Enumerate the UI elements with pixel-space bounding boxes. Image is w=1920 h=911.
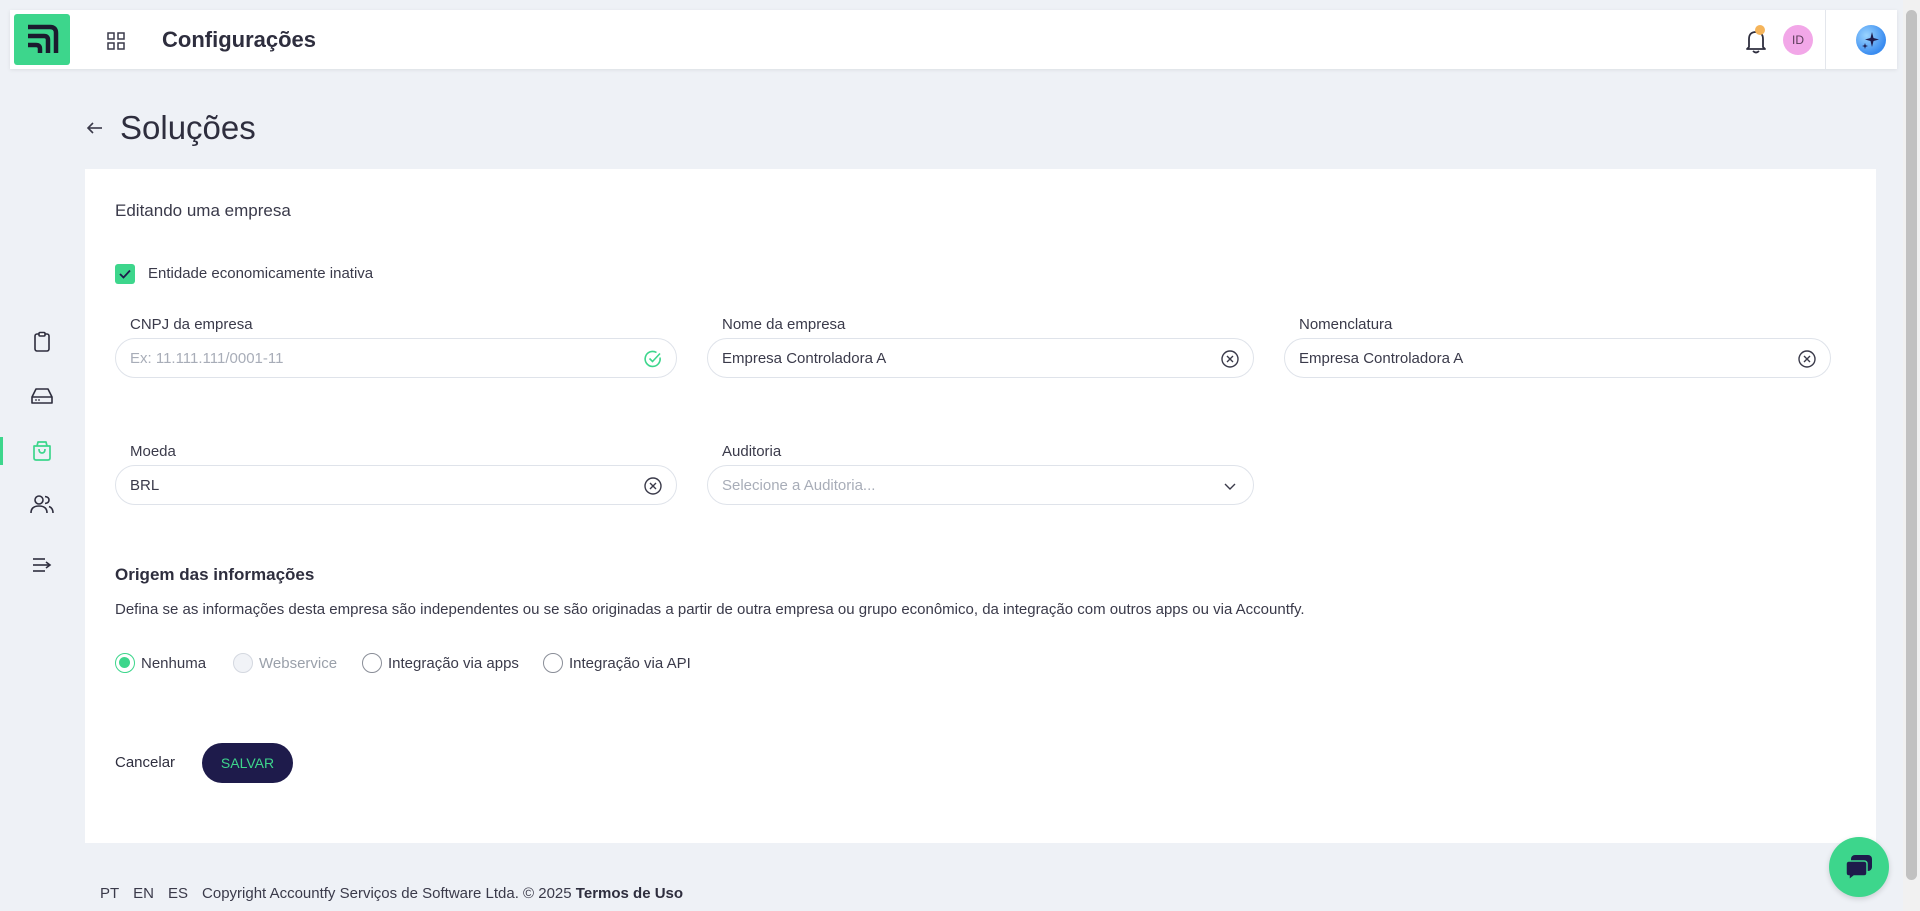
radio-api[interactable]: Integração via API xyxy=(543,653,691,673)
divider xyxy=(1825,10,1826,69)
drive-icon xyxy=(31,388,53,404)
back-arrow-icon[interactable] xyxy=(84,117,106,139)
copyright-text: Copyright Accountfy Serviços de Software… xyxy=(202,885,572,902)
clear-icon[interactable] xyxy=(1219,348,1241,370)
terms-link[interactable]: Termos de Uso xyxy=(576,885,683,902)
logo-mark-icon xyxy=(28,24,59,53)
footer: PT EN ES Copyright Accountfy Serviços de… xyxy=(100,885,683,902)
currency-select[interactable]: BRL xyxy=(115,465,677,505)
save-button[interactable]: SALVAR xyxy=(202,743,293,783)
radio-nenhuma[interactable]: Nenhuma xyxy=(115,653,206,673)
top-bar: Configurações ID xyxy=(10,10,1897,69)
users-icon xyxy=(30,495,54,514)
card-subtitle: Editando uma empresa xyxy=(115,201,291,220)
sidebar-item-drive[interactable] xyxy=(28,382,56,410)
radio-webservice[interactable]: Webservice xyxy=(233,653,337,673)
radio-label: Integração via API xyxy=(569,654,691,672)
check-icon xyxy=(119,269,131,279)
company-name-label: Nome da empresa xyxy=(722,316,846,333)
audit-placeholder: Selecione a Auditoria... xyxy=(722,476,876,494)
valid-check-icon xyxy=(642,348,664,370)
radio-button[interactable] xyxy=(362,653,382,673)
audit-select[interactable]: Selecione a Auditoria... xyxy=(707,465,1254,505)
lang-es[interactable]: ES xyxy=(168,885,188,902)
cnpj-input[interactable]: Ex: 11.111.111/0001-11 xyxy=(115,338,677,378)
nomenclature-input[interactable]: Empresa Controladora A xyxy=(1284,338,1831,378)
sidebar-item-users[interactable] xyxy=(28,490,56,518)
page-section-title: Configurações xyxy=(162,27,317,52)
ai-assistant-button[interactable] xyxy=(1856,25,1886,55)
company-name-value: Empresa Controladora A xyxy=(722,349,887,367)
company-name-input[interactable]: Empresa Controladora A xyxy=(707,338,1254,378)
collapse-menu-icon xyxy=(33,558,52,572)
radio-label: Webservice xyxy=(259,654,338,672)
sparkle-icon xyxy=(1862,32,1879,49)
clipboard-icon xyxy=(34,331,50,352)
currency-label: Moeda xyxy=(130,443,176,460)
sidebar-item-clipboard[interactable] xyxy=(28,328,56,356)
notification-badge xyxy=(1755,25,1765,35)
nomenclature-label: Nomenclatura xyxy=(1299,316,1393,333)
inactive-entity-checkbox[interactable] xyxy=(115,264,135,284)
section-title: Origem das informações xyxy=(115,565,315,584)
sidebar-item-solutions[interactable] xyxy=(28,437,56,465)
radio-label: Nenhuma xyxy=(141,654,207,672)
lang-en[interactable]: EN xyxy=(133,885,154,902)
clear-icon[interactable] xyxy=(1796,348,1818,370)
sidebar-item-collapse[interactable] xyxy=(28,551,56,579)
chat-button[interactable] xyxy=(1829,837,1889,897)
chat-icon xyxy=(1845,855,1872,882)
sidebar-active-indicator xyxy=(0,437,3,465)
radio-apps[interactable]: Integração via apps xyxy=(362,653,519,673)
cnpj-label: CNPJ da empresa xyxy=(130,316,253,333)
cancel-button[interactable]: Cancelar xyxy=(115,754,175,771)
audit-label: Auditoria xyxy=(722,443,782,460)
radio-button[interactable] xyxy=(115,653,135,673)
radio-label: Integração via apps xyxy=(388,654,519,672)
app-logo[interactable] xyxy=(14,14,70,65)
shopping-bag-icon xyxy=(33,441,51,461)
lang-pt[interactable]: PT xyxy=(100,885,119,902)
clear-icon[interactable] xyxy=(642,475,664,497)
nomenclature-value: Empresa Controladora A xyxy=(1299,349,1464,367)
cnpj-placeholder: Ex: 11.111.111/0001-11 xyxy=(130,349,284,367)
chevron-down-icon xyxy=(1219,475,1241,497)
currency-value: BRL xyxy=(130,476,160,494)
checkbox-label: Entidade economicamente inativa xyxy=(148,265,374,282)
radio-button[interactable] xyxy=(543,653,563,673)
apps-grid-icon[interactable] xyxy=(106,31,126,51)
scrollbar-thumb[interactable] xyxy=(1906,10,1917,880)
radio-button[interactable] xyxy=(233,653,253,673)
section-description: Defina se as informações desta empresa s… xyxy=(115,601,1305,618)
edit-company-card: Editando uma empresa Entidade economicam… xyxy=(85,169,1876,843)
avatar[interactable]: ID xyxy=(1783,25,1813,55)
page-title: Soluções xyxy=(120,109,256,146)
